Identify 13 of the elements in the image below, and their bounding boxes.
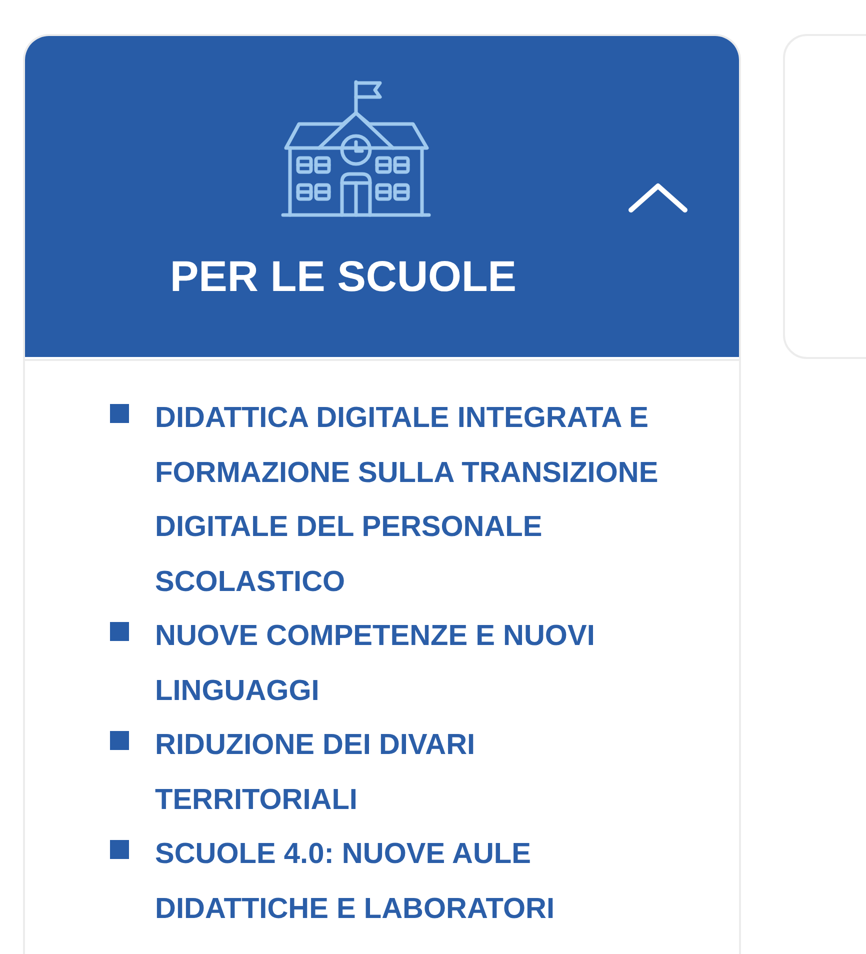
topic-link[interactable]: DIDATTICA DIGITALE INTEGRATA E FORMAZIONE SULLA TRANSIZIONE DIGITALE DEL PERSONALE SCOLASTICO xyxy=(155,391,673,609)
section-title: PER LE SCUOLE xyxy=(170,252,516,302)
topic-link[interactable]: RIDUZIONE DEI DIVARI TERRITORIALI xyxy=(155,718,673,827)
chevron-up-icon xyxy=(628,183,688,213)
square-bullet-icon xyxy=(110,840,129,859)
square-bullet-icon xyxy=(110,622,129,641)
accordion-header[interactable]: PER LE SCUOLE xyxy=(25,36,739,357)
square-bullet-icon xyxy=(110,404,129,423)
topic-link[interactable]: SCUOLE 4.0: NUOVE AULE DIDATTICHE E LABORATORI xyxy=(155,827,673,936)
school-icon xyxy=(281,80,431,218)
topic-link[interactable]: NUOVE COMPETENZE E NUOVI LINGUAGGI xyxy=(155,609,673,718)
collapse-button[interactable] xyxy=(628,183,688,213)
square-bullet-icon xyxy=(110,731,129,750)
